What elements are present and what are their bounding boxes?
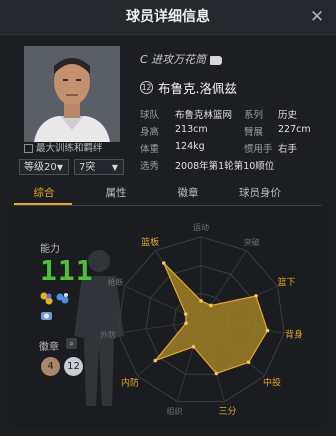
radar-axis-label-2: 篮下: [277, 276, 295, 288]
radar-data-area: [153, 262, 269, 375]
radar-point-2: [254, 294, 258, 298]
radar-point-9: [183, 312, 188, 316]
radar-axis-label-9: 抢断: [107, 277, 123, 287]
radar-axis-label-4: 中投: [263, 377, 281, 389]
radar-axis-label-10: 篮板: [141, 236, 159, 248]
radar-point-3: [265, 328, 270, 333]
radar-axis-label-7: 内防: [121, 377, 139, 389]
radar-axis-label-8: 外防: [100, 329, 116, 339]
ability-radar-chart: 运动突破篮下背身中投三分 组织 内防 外防 抢断 篮板: [100, 222, 303, 417]
radar-axis-label-5: 三分: [218, 406, 236, 417]
radar-point-0: [199, 299, 203, 303]
player-detail-panel: 球员详细信息 ✕ 最大训练和羁绊 等级20 ▼ 7突 ▼ C 进攻万花筒 12 …: [0, 0, 336, 436]
radar-point-5: [214, 371, 219, 376]
radar-point-1: [209, 303, 213, 308]
radar-point-10: [161, 261, 166, 265]
radar-point-8: [184, 321, 188, 325]
radar-axis-label-6: 组织: [167, 406, 183, 416]
radar-axis-label-3: 背身: [285, 328, 303, 340]
radar-axis-label-1: 突破: [244, 237, 260, 247]
radar-axis-label-0: 运动: [193, 222, 209, 232]
radar-point-4: [246, 360, 251, 365]
radar-point-7: [153, 358, 158, 363]
radar-point-6: [191, 344, 196, 349]
